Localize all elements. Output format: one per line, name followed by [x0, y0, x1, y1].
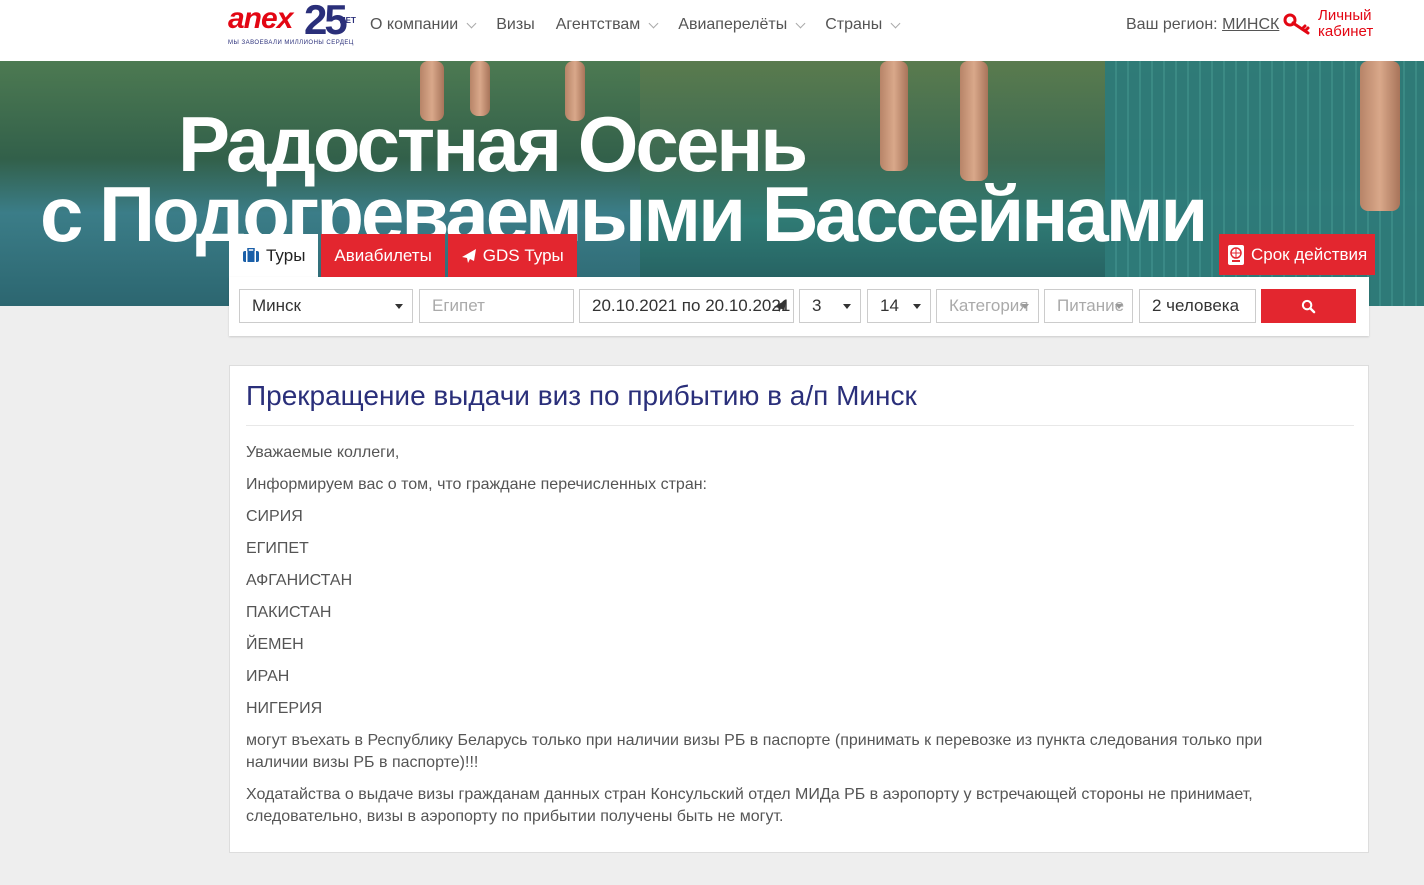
tab-label: Авиабилеты	[334, 245, 432, 265]
caret-down-icon	[913, 304, 921, 309]
nav-label: Страны	[825, 16, 883, 33]
nav-item-agencies[interactable]: Агентствам	[555, 16, 659, 34]
nav-label: Визы	[496, 16, 535, 33]
chevron-down-icon	[648, 18, 659, 28]
tourists-value: 2 человека	[1152, 296, 1240, 315]
article-paragraph: Ходатайства о выдаче визы гражданам данн…	[246, 786, 1253, 825]
personal-cabinet-link[interactable]: Личный кабинет	[1318, 8, 1373, 40]
site-header: anex 25 ЛЕТ МЫ ЗАВОЕВАЛИ МИЛЛИОНЫ СЕРДЕЦ…	[0, 0, 1424, 61]
cabinet-line2: кабинет	[1318, 23, 1374, 40]
article-paragraph: Уважаемые коллеги,	[246, 444, 400, 461]
tab-flights[interactable]: Авиабилеты	[321, 234, 445, 277]
date-range-input[interactable]: 20.10.2021 по 20.10.2021	[579, 289, 794, 323]
article-title: Прекращение выдачи виз по прибытию в а/п…	[246, 380, 917, 411]
search-icon	[1301, 299, 1316, 313]
logo-tagline: МЫ ЗАВОЕВАЛИ МИЛЛИОНЫ СЕРДЕЦ	[228, 40, 354, 46]
region-link[interactable]: МИНСК	[1222, 16, 1279, 33]
article-country: СИРИЯ	[246, 508, 303, 525]
passport-icon	[1228, 244, 1244, 265]
nights-from-value: 3	[812, 296, 822, 315]
suitcase-icon	[243, 248, 259, 262]
nav-label: Авиаперелёты	[678, 16, 788, 33]
chevron-down-icon	[890, 18, 901, 28]
plane-icon	[773, 299, 787, 313]
region-label: Ваш регион:	[1126, 16, 1218, 33]
tab-gds-tours[interactable]: GDS Туры	[447, 234, 577, 277]
caret-down-icon	[1021, 304, 1029, 309]
logo-number: 25	[304, 0, 348, 43]
banner-figure	[1360, 61, 1400, 211]
tab-tours[interactable]: Туры	[229, 234, 319, 277]
date-range-value: 20.10.2021 по 20.10.2021	[592, 296, 791, 315]
key-icon[interactable]	[1283, 12, 1311, 36]
nav-item-visas[interactable]: Визы	[496, 16, 534, 34]
banner-title-line2: с Подогреваемыми Бассейнами	[40, 170, 1208, 258]
nav-label: Агентствам	[555, 16, 641, 33]
category-placeholder: Категория	[949, 296, 1029, 315]
nights-to-value: 14	[880, 296, 899, 315]
banner-figure	[880, 61, 908, 171]
tour-search-form: Минск Египет 20.10.2021 по 20.10.2021 3 …	[229, 277, 1369, 336]
news-article: Прекращение выдачи виз по прибытию в а/п…	[229, 365, 1369, 853]
caret-down-icon	[395, 304, 403, 309]
article-country: АФГАНИСТАН	[246, 572, 353, 589]
destination-placeholder: Египет	[432, 296, 485, 315]
nav-label: О компании	[370, 16, 459, 33]
article-paragraph: могут въехать в Республику Беларусь толь…	[246, 732, 1263, 771]
nav-item-countries[interactable]: Страны	[825, 16, 901, 34]
article-paragraph: Информируем вас о том, что граждане пере…	[246, 476, 707, 493]
chevron-down-icon	[795, 18, 806, 28]
region-selector: Ваш регион: МИНСК	[1126, 16, 1279, 34]
destination-input[interactable]: Египет	[419, 289, 574, 323]
departure-value: Минск	[252, 296, 301, 315]
banner-figure	[960, 61, 988, 181]
validity-button[interactable]: Срок действия	[1219, 234, 1376, 275]
cabinet-line1: Личный	[1318, 7, 1372, 24]
search-tabs: Туры Авиабилеты GDS Туры	[229, 234, 580, 277]
chevron-down-icon	[466, 18, 477, 28]
article-country: ЙЕМЕН	[246, 636, 304, 653]
nav-item-flights[interactable]: Авиаперелёты	[678, 16, 806, 34]
promo-banner[interactable]: Радостная Осень с Подогреваемыми Бассейн…	[0, 61, 1424, 306]
nights-from-select[interactable]: 3	[799, 289, 861, 323]
validity-label: Срок действия	[1251, 244, 1368, 264]
tourists-select[interactable]: 2 человека	[1139, 289, 1256, 323]
tab-label: Туры	[266, 245, 306, 265]
title-divider	[246, 425, 1354, 426]
category-select[interactable]: Категория	[936, 289, 1039, 323]
anex-logo[interactable]: anex 25 ЛЕТ МЫ ЗАВОЕВАЛИ МИЛЛИОНЫ СЕРДЕЦ	[228, 0, 362, 50]
search-button[interactable]	[1261, 289, 1356, 323]
meal-select[interactable]: Питание	[1044, 289, 1133, 323]
article-country: НИГЕРИЯ	[246, 700, 323, 717]
tab-label: GDS Туры	[482, 245, 564, 265]
logo-word: anex	[228, 2, 293, 35]
article-country: ПАКИСТАН	[246, 604, 332, 621]
caret-down-icon	[843, 304, 851, 309]
logo-suffix: ЛЕТ	[340, 16, 356, 25]
article-country: ЕГИПЕТ	[246, 540, 309, 557]
departure-select[interactable]: Минск	[239, 289, 413, 323]
caret-down-icon	[1115, 304, 1123, 309]
plane-icon	[461, 248, 476, 263]
nav-item-company[interactable]: О компании	[370, 16, 477, 34]
nights-to-select[interactable]: 14	[867, 289, 931, 323]
article-country: ИРАН	[246, 668, 290, 685]
main-nav: О компании Визы Агентствам Авиаперелёты …	[370, 16, 920, 34]
